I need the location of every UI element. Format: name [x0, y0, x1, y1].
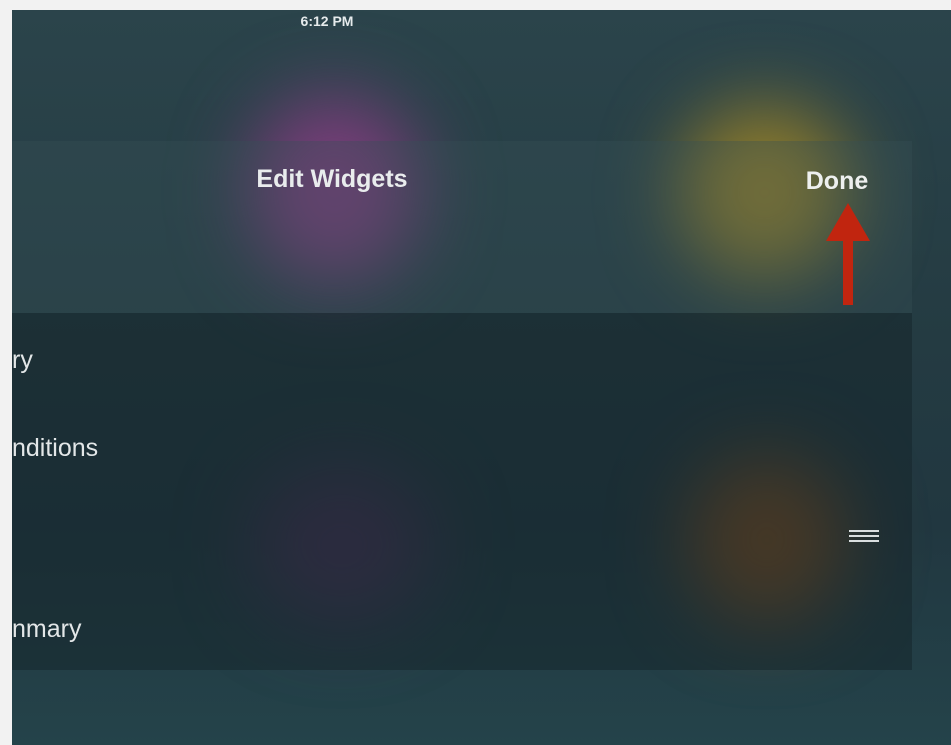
reorder-icon[interactable]: [849, 530, 879, 544]
status-bar-time: 6:12 PM: [300, 13, 354, 29]
screen: 6:12 PM Edit Widgets Done ry nditions nm…: [12, 10, 951, 745]
done-button[interactable]: Done: [792, 163, 882, 199]
widget-list-item-2[interactable]: nditions: [12, 428, 98, 468]
red-arrow-up-icon: [826, 203, 870, 305]
widget-list: [12, 313, 912, 670]
page-title: Edit Widgets: [256, 165, 408, 193]
widget-list-item-1[interactable]: ry: [12, 340, 33, 380]
widget-list-item-4[interactable]: nmary: [12, 609, 81, 649]
header-bar: [12, 141, 912, 313]
